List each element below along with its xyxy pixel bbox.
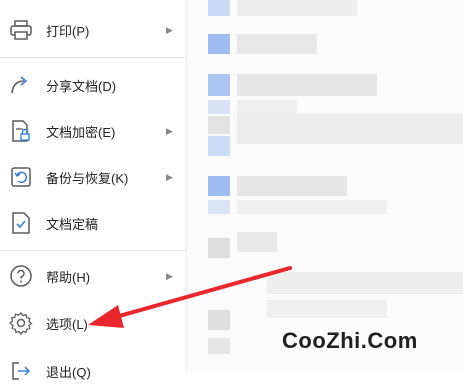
red-arrow-pointer xyxy=(88,266,292,328)
watermark: CooZhi.Com xyxy=(282,328,418,353)
